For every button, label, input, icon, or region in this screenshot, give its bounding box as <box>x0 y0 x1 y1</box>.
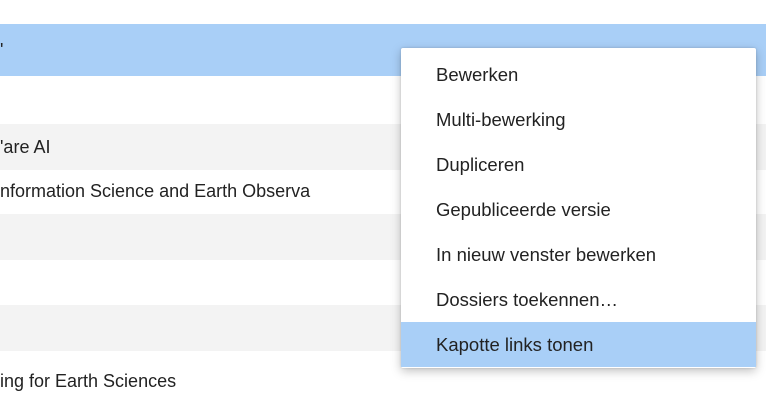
menu-item-gepubliceerde-versie[interactable]: Gepubliceerde versie <box>401 187 756 232</box>
menu-item-in-nieuw-venster-bewerken[interactable]: In nieuw venster bewerken <box>401 232 756 277</box>
table-row-label: ing for Earth Sciences <box>0 371 177 391</box>
menu-item-multi-bewerking[interactable]: Multi-bewerking <box>401 97 756 142</box>
selected-row-label: ' <box>0 40 4 60</box>
table-row-label: nformation Science and Earth Observa <box>0 181 311 201</box>
context-menu: Bewerken Multi-bewerking Dupliceren Gepu… <box>401 48 756 368</box>
table-row-label: 'are AI <box>0 137 51 157</box>
menu-item-kapotte-links-tonen[interactable]: Kapotte links tonen <box>401 322 756 367</box>
cut-off-title <box>340 0 360 8</box>
menu-item-dupliceren[interactable]: Dupliceren <box>401 142 756 187</box>
menu-item-dossiers-toekennen[interactable]: Dossiers toekennen… <box>401 277 756 322</box>
menu-item-bewerken[interactable]: Bewerken <box>401 52 756 97</box>
